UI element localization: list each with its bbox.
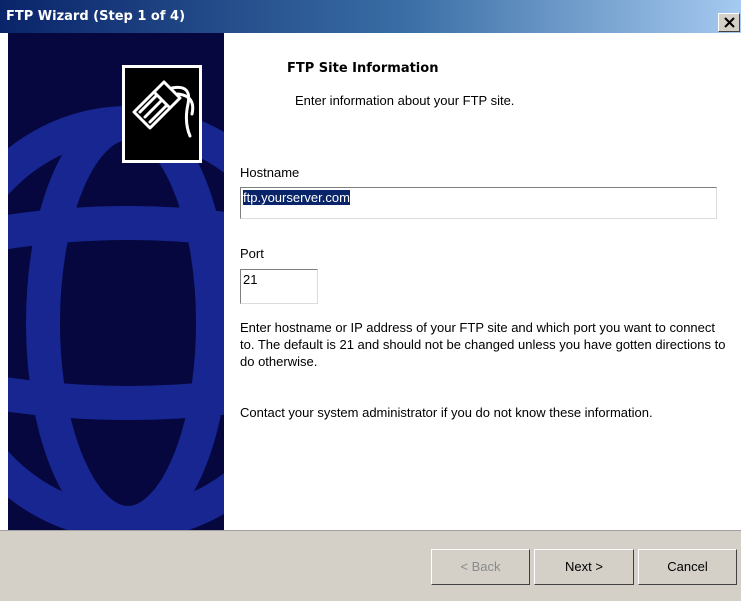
cancel-button[interactable]: Cancel [638,549,737,585]
window-title: FTP Wizard (Step 1 of 4) [6,9,186,24]
title-bar[interactable]: FTP Wizard (Step 1 of 4) [0,0,741,33]
ftp-wizard-dialog: FTP Wizard (Step 1 of 4) FTP Site Inform… [0,0,741,601]
close-icon [724,17,735,28]
hostname-label: Hostname [240,165,300,180]
back-button[interactable]: < Back [431,549,530,585]
page-subheading: Enter information about your FTP site. [295,93,515,108]
close-button[interactable] [718,13,740,32]
ftp-logo [122,65,202,163]
hostname-field[interactable]: ftp.yourserver.com [240,187,717,219]
wizard-side-panel [8,33,224,530]
button-bar: < Back Next > Cancel [0,530,741,601]
hostname-value: ftp.yourserver.com [243,190,350,205]
port-field[interactable]: 21 [240,269,318,304]
next-button[interactable]: Next > [534,549,634,585]
port-label: Port [240,246,264,261]
wizard-content: FTP Site Information Enter information a… [224,33,741,530]
port-value: 21 [243,272,258,287]
ftp-plug-logo-icon [132,80,195,138]
help-text: Enter hostname or IP address of your FTP… [240,320,726,369]
page-heading: FTP Site Information [287,61,439,76]
contact-text: Contact your system administrator if you… [240,405,653,420]
